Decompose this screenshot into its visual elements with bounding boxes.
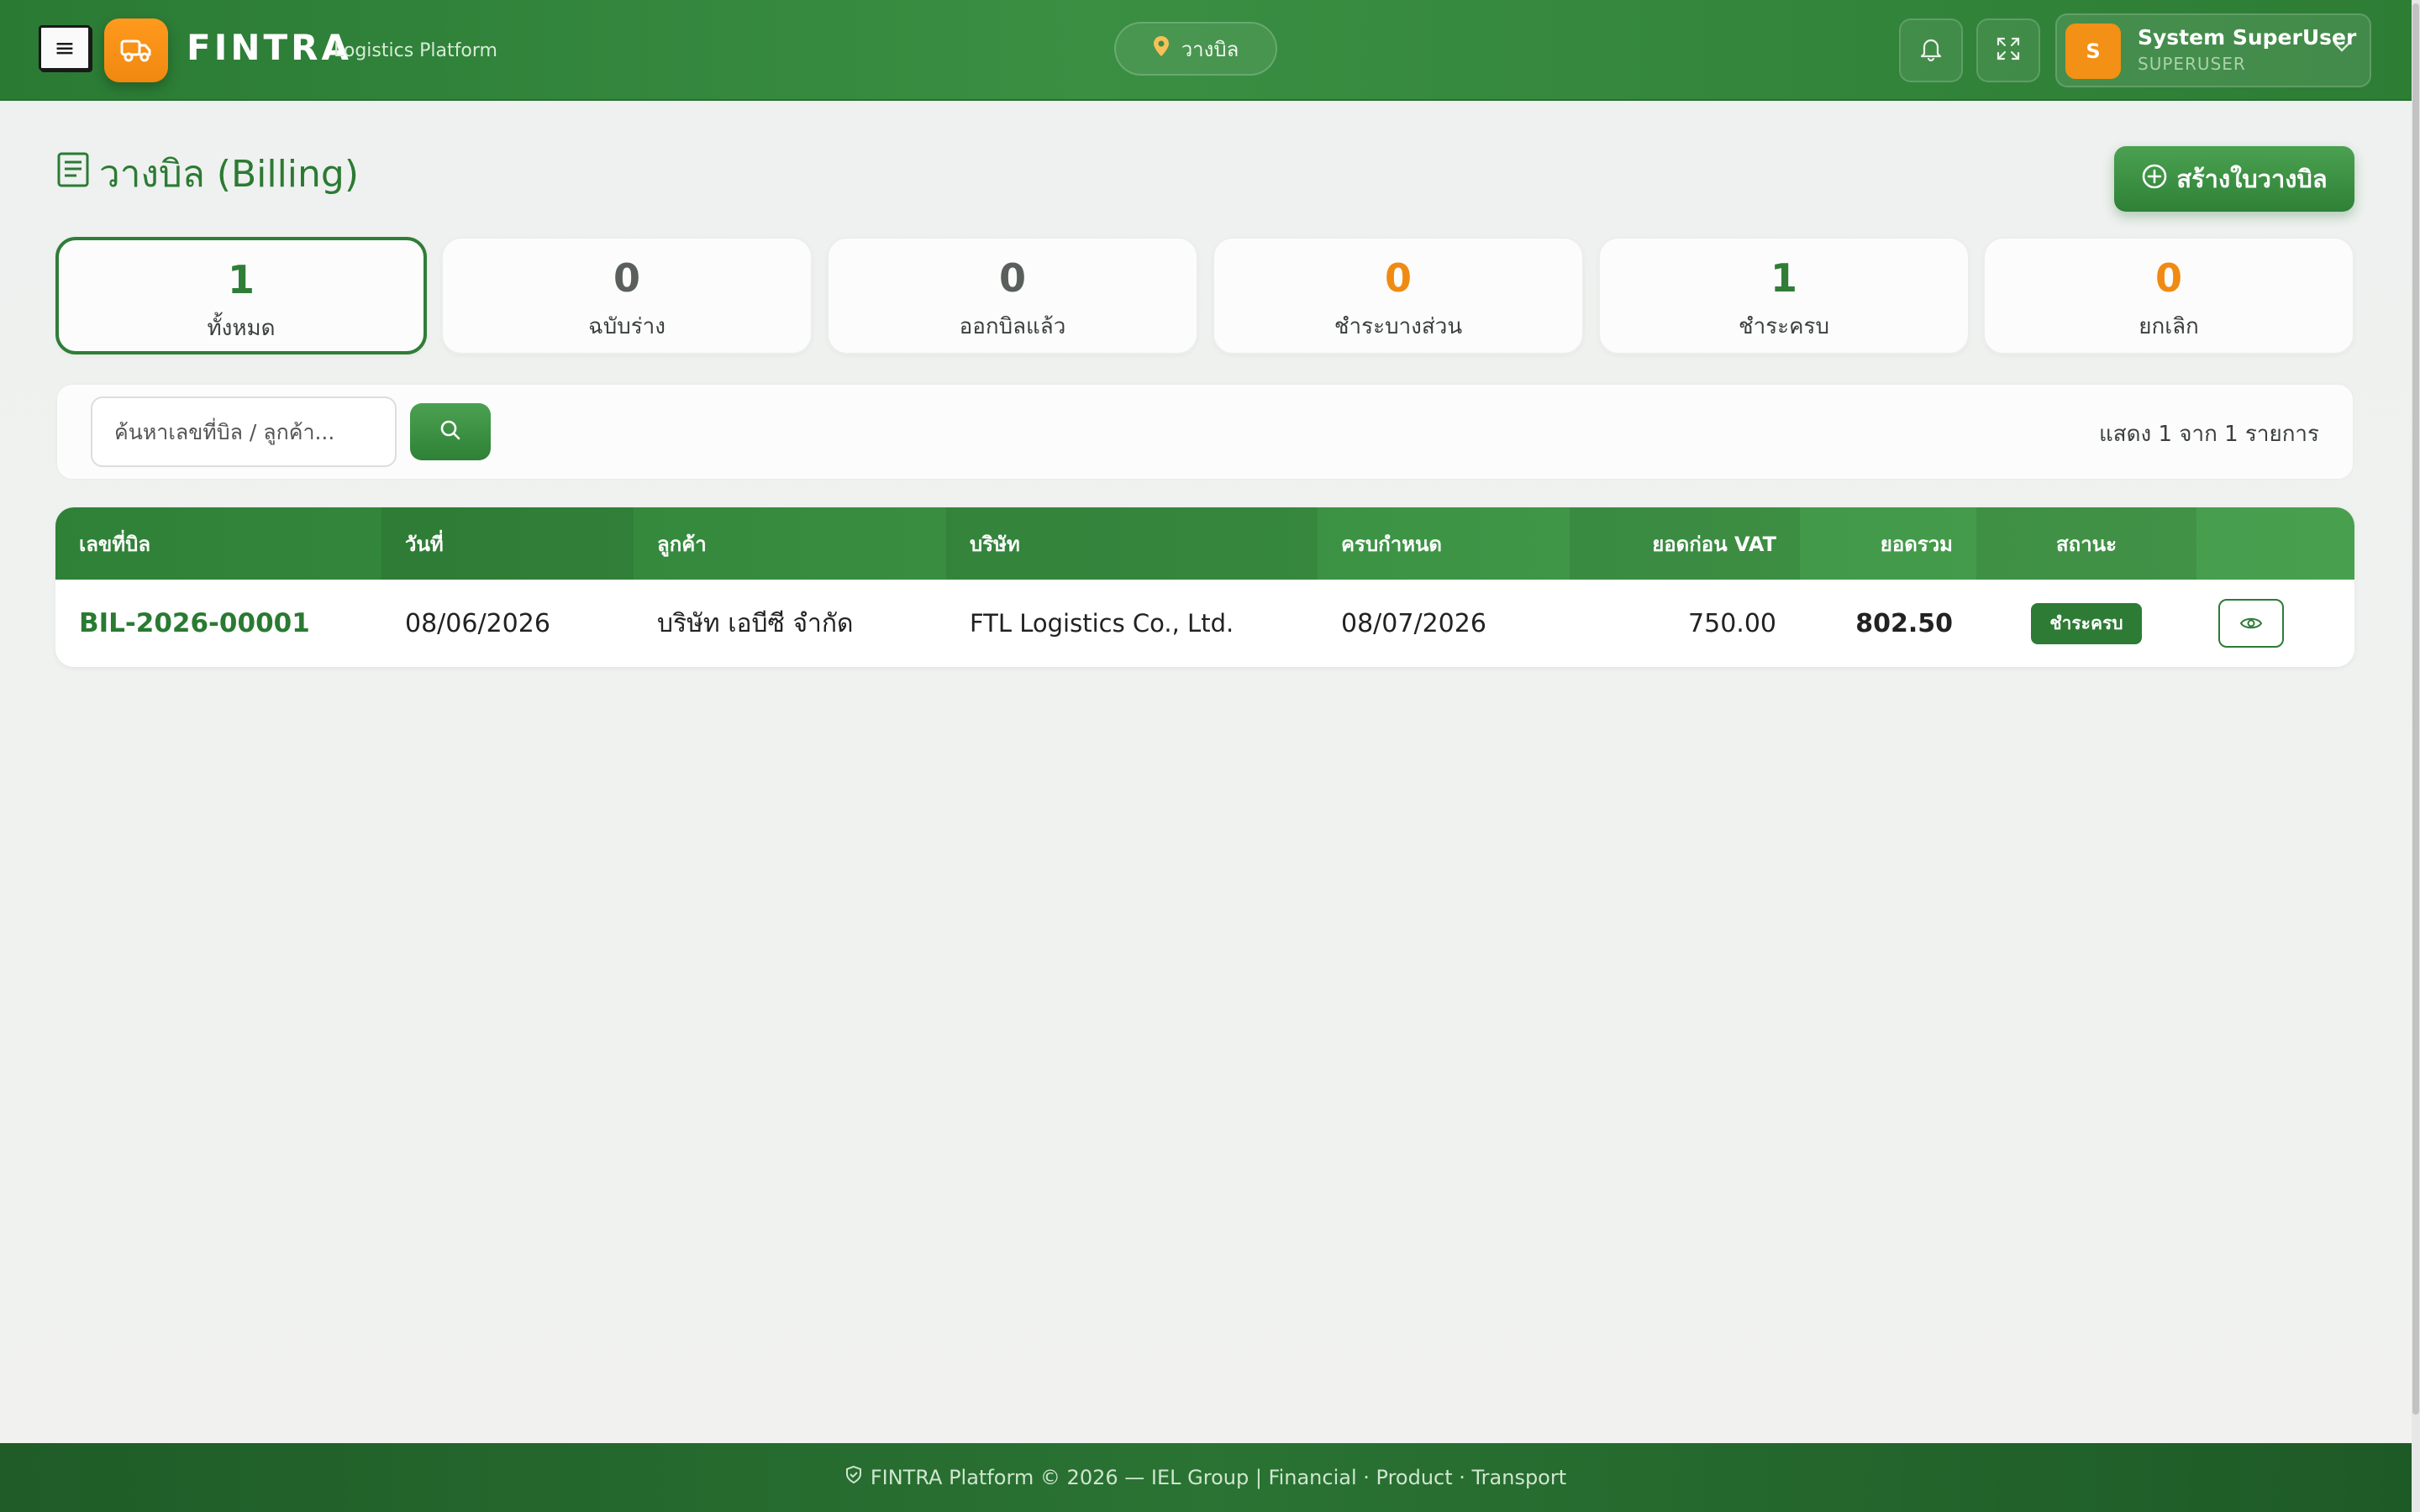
status-badge: ชำระครบ (2031, 602, 2142, 644)
brand-subtitle: Logistics Platform (334, 40, 497, 61)
result-count: แสดง 1 จาก 1 รายการ (2098, 422, 2319, 447)
search-icon (439, 418, 462, 445)
stat-label: ยกเลิก (2139, 314, 2199, 339)
view-button[interactable] (2218, 599, 2284, 648)
customer-name: บริษัท เอบีซี จำกัด (657, 608, 854, 638)
column-header[interactable]: ยอดก่อน VAT (1570, 507, 1800, 580)
hamburger-menu-button[interactable]: ≡ (39, 25, 91, 71)
subtotal-amount: 750.00 (1688, 608, 1776, 638)
footer: FINTRA Platform © 2026 — IEL Group | Fin… (0, 1443, 2412, 1512)
stat-value: 1 (227, 257, 255, 302)
user-menu[interactable]: S System SuperUser SUPERUSER (2055, 13, 2371, 87)
notifications-button[interactable] (1899, 18, 1963, 82)
column-header[interactable]: บริษัท (946, 507, 1318, 580)
column-header[interactable]: วันที่ (381, 507, 634, 580)
stat-card-draft[interactable]: 0 ฉบับร่าง (441, 237, 813, 354)
user-name: System SuperUser (2138, 25, 2357, 50)
due-date: 08/07/2026 (1341, 608, 1486, 638)
search-button[interactable] (410, 403, 491, 460)
stat-card-cancelled[interactable]: 0 ยกเลิก (1983, 237, 2354, 354)
stat-label: ออกบิลแล้ว (959, 314, 1066, 339)
search-panel: แสดง 1 จาก 1 รายการ (55, 383, 2354, 480)
column-header[interactable]: ครบกำหนด (1318, 507, 1570, 580)
column-header[interactable]: เลขที่บิล (55, 507, 381, 580)
column-header[interactable]: สถานะ (1976, 507, 2196, 580)
stat-value: 0 (613, 255, 640, 301)
create-billing-label: สร้างใบวางบิล (2176, 165, 2328, 193)
page-title-text: วางบิล (Billing) (99, 153, 360, 196)
stat-label: ชำระครบ (1738, 314, 1830, 339)
truck-logo-icon[interactable] (104, 18, 168, 82)
status-cell: ชำระครบ (1976, 580, 2196, 667)
shield-icon (845, 1465, 862, 1490)
chevron-down-icon (2333, 40, 2351, 56)
fullscreen-button[interactable] (1976, 18, 2040, 82)
expand-icon (1995, 35, 2022, 66)
scrollbar-thumb[interactable] (2412, 3, 2419, 1415)
plus-circle-icon (2141, 163, 2168, 196)
stat-label: ทั้งหมด (207, 316, 276, 341)
actions-cell (2218, 580, 2284, 667)
stat-value: 0 (998, 255, 1026, 301)
table-header: เลขที่บิล วันที่ ลูกค้า บริษัท ครบกำหนด … (55, 507, 2354, 580)
stat-value: 1 (1770, 255, 1797, 301)
menu-icon: ≡ (54, 33, 76, 63)
avatar: S (2065, 24, 2121, 79)
billing-table: เลขที่บิล วันที่ ลูกค้า บริษัท ครบกำหนด … (55, 507, 2354, 667)
location-label: วางบิล (1181, 37, 1239, 61)
location-pin-icon (1153, 35, 1170, 62)
bill-number-link[interactable]: BIL-2026-00001 (79, 580, 310, 667)
stat-label: ฉบับร่าง (588, 314, 666, 339)
stat-card-all[interactable]: 1 ทั้งหมด (55, 237, 427, 354)
page-title: วางบิล (Billing) (55, 144, 359, 203)
bill-date: 08/06/2026 (405, 608, 550, 638)
column-header-actions (2196, 507, 2354, 580)
stat-value: 0 (1384, 255, 1412, 301)
table-row[interactable]: BIL-2026-00001 08/06/2026 บริษัท เอบีซี … (55, 580, 2354, 667)
company-name: FTL Logistics Co., Ltd. (970, 609, 1234, 638)
stat-value: 0 (2154, 255, 2182, 301)
current-page-pill: วางบิล (1114, 22, 1277, 76)
brand-name: FINTRA (187, 27, 352, 68)
search-input[interactable] (91, 396, 397, 467)
user-role: SUPERUSER (2138, 54, 2246, 74)
column-header[interactable]: ลูกค้า (634, 507, 946, 580)
stat-card-partial[interactable]: 0 ชำระบางส่วน (1213, 237, 1584, 354)
create-billing-button[interactable]: สร้างใบวางบิล (2114, 146, 2354, 212)
stat-card-issued[interactable]: 0 ออกบิลแล้ว (827, 237, 1198, 354)
stat-label: ชำระบางส่วน (1334, 314, 1463, 339)
bell-icon (1918, 35, 1944, 66)
top-navbar: ≡ FINTRA Logistics Platform วางบิล S Sys… (0, 0, 2412, 101)
total-amount: 802.50 (1855, 608, 1953, 638)
receipt-icon (55, 150, 91, 198)
eye-icon (2239, 609, 2263, 638)
stat-card-paid[interactable]: 1 ชำระครบ (1598, 237, 1970, 354)
footer-text: FINTRA Platform © 2026 — IEL Group | Fin… (870, 1466, 1567, 1489)
column-header[interactable]: ยอดรวม (1800, 507, 1976, 580)
